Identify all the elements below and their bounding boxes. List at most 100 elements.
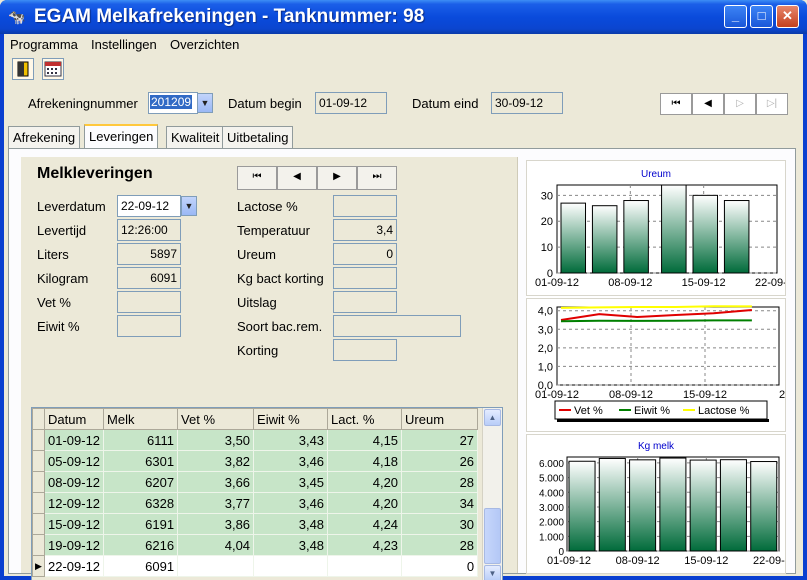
datum-eind-field[interactable]: 30-09-12	[491, 92, 563, 114]
column-header[interactable]: Ureum	[401, 408, 479, 430]
scroll-thumb[interactable]	[484, 508, 501, 564]
tab-uitbetaling[interactable]: Uitbetaling	[222, 126, 294, 148]
grid-cell[interactable]: 4,20	[327, 492, 403, 514]
uitslag-field[interactable]	[333, 291, 397, 313]
grid-cell[interactable]	[327, 555, 403, 577]
column-header[interactable]: Lact. %	[327, 408, 403, 430]
levertijd-field[interactable]: 12:26:00	[117, 219, 181, 241]
kilogram-field[interactable]: 6091	[117, 267, 181, 289]
column-header[interactable]: Eiwit %	[253, 408, 329, 430]
grid-cell[interactable]: 4,24	[327, 513, 403, 535]
grid-cell[interactable]: 4,15	[327, 429, 403, 451]
grid-cell[interactable]: 15-09-12	[43, 513, 105, 535]
tab-leveringen[interactable]: Leveringen	[84, 124, 159, 148]
grid-cell[interactable]: 3,48	[253, 534, 329, 556]
table-row[interactable]: 15-09-12 6191 3,86 3,48 4,24 30	[32, 513, 479, 535]
grid-cell[interactable]: 3,86	[177, 513, 255, 535]
grid-cell[interactable]: 6328	[103, 492, 179, 514]
grid-cell[interactable]: 19-09-12	[43, 534, 105, 556]
grid-cell[interactable]	[253, 555, 329, 577]
grid-first-button[interactable]: ⏮	[237, 166, 277, 190]
row-indicator[interactable]	[32, 471, 45, 493]
table-row[interactable]: ▶ 22-09-12 6091 0	[32, 555, 479, 577]
grid-cell[interactable]: 4,04	[177, 534, 255, 556]
scroll-up-icon[interactable]: ▲	[484, 409, 501, 426]
grid-next-button[interactable]: ▶	[317, 166, 357, 190]
grid-cell[interactable]: 3,48	[253, 513, 329, 535]
prev-record-button[interactable]: ◀	[692, 93, 724, 115]
row-indicator[interactable]: ▶	[32, 555, 45, 577]
row-indicator[interactable]	[32, 534, 45, 556]
grid-cell[interactable]: 3,77	[177, 492, 255, 514]
menu-instellingen[interactable]: Instellingen	[91, 37, 157, 52]
grid-cell[interactable]: 28	[401, 471, 479, 493]
grid-cell[interactable]: 0	[401, 555, 479, 577]
grid-cell[interactable]: 6216	[103, 534, 179, 556]
menu-programma[interactable]: Programma	[10, 37, 78, 52]
column-header[interactable]: Vet %	[177, 408, 255, 430]
liters-field[interactable]: 5897	[117, 243, 181, 265]
kg-bact-korting-field[interactable]	[333, 267, 397, 289]
grid-cell[interactable]: 3,82	[177, 450, 255, 472]
calendar-button[interactable]	[42, 58, 64, 80]
lactose-field[interactable]	[333, 195, 397, 217]
title-bar[interactable]: 🐄 EGAM Melkafrekeningen - Tanknummer: 98…	[0, 0, 807, 34]
grid-vertical-scrollbar[interactable]: ▲ ▼	[482, 408, 502, 580]
grid-cell[interactable]: 01-09-12	[43, 429, 105, 451]
scroll-down-icon[interactable]: ▼	[484, 565, 501, 580]
table-row[interactable]: 12-09-12 6328 3,77 3,46 4,20 34	[32, 492, 479, 514]
grid-cell[interactable]: 6301	[103, 450, 179, 472]
grid-cell[interactable]: 4,18	[327, 450, 403, 472]
tab-afrekening[interactable]: Afrekening	[8, 126, 81, 148]
exit-door-button[interactable]	[12, 58, 34, 80]
first-record-button[interactable]: ⏮	[660, 93, 692, 115]
grid-cell[interactable]: 22-09-12	[43, 555, 105, 577]
row-indicator[interactable]	[32, 450, 45, 472]
grid-prev-button[interactable]: ◀	[277, 166, 317, 190]
table-row[interactable]: 08-09-12 6207 3,66 3,45 4,20 28	[32, 471, 479, 493]
grid-cell[interactable]: 3,46	[253, 450, 329, 472]
grid-cell[interactable]	[177, 555, 255, 577]
next-record-button[interactable]: ▷	[724, 93, 756, 115]
row-indicator[interactable]	[32, 429, 45, 451]
table-row[interactable]: 05-09-12 6301 3,82 3,46 4,18 26	[32, 450, 479, 472]
grid-cell[interactable]: 05-09-12	[43, 450, 105, 472]
menu-overzichten[interactable]: Overzichten	[170, 37, 239, 52]
minimize-button[interactable]: _	[724, 5, 747, 28]
grid-cell[interactable]: 6091	[103, 555, 179, 577]
table-row[interactable]: 19-09-12 6216 4,04 3,48 4,23 28	[32, 534, 479, 556]
grid-cell[interactable]: 3,45	[253, 471, 329, 493]
grid-cell[interactable]: 4,20	[327, 471, 403, 493]
maximize-button[interactable]: □	[750, 5, 773, 28]
leverdatum-chevron-icon[interactable]: ▼	[181, 196, 197, 216]
leverdatum-combo[interactable]: 22-09-12	[117, 195, 181, 217]
eiwit-field[interactable]	[117, 315, 181, 337]
vet-field[interactable]	[117, 291, 181, 313]
chevron-down-icon[interactable]: ▼	[197, 93, 213, 113]
datum-begin-field[interactable]: 01-09-12	[315, 92, 387, 114]
ureum-field[interactable]: 0	[333, 243, 397, 265]
last-record-button[interactable]: ▷|	[756, 93, 788, 115]
grid-cell[interactable]: 26	[401, 450, 479, 472]
temperatuur-field[interactable]: 3,4	[333, 219, 397, 241]
grid-cell[interactable]: 27	[401, 429, 479, 451]
column-header[interactable]: Melk	[103, 408, 179, 430]
korting-field[interactable]	[333, 339, 397, 361]
grid-cell[interactable]: 34	[401, 492, 479, 514]
grid-cell[interactable]: 6111	[103, 429, 179, 451]
row-indicator[interactable]	[32, 492, 45, 514]
column-header[interactable]: Datum	[43, 408, 105, 430]
grid-cell[interactable]: 08-09-12	[43, 471, 105, 493]
grid-cell[interactable]: 6191	[103, 513, 179, 535]
grid-last-button[interactable]: ⏭	[357, 166, 397, 190]
close-button[interactable]: ✕	[776, 5, 799, 28]
grid-cell[interactable]: 3,43	[253, 429, 329, 451]
grid-cell[interactable]: 12-09-12	[43, 492, 105, 514]
row-indicator[interactable]	[32, 513, 45, 535]
tab-kwaliteit[interactable]: Kwaliteit	[166, 126, 225, 148]
grid-cell[interactable]: 3,46	[253, 492, 329, 514]
grid-cell[interactable]: 30	[401, 513, 479, 535]
grid-cell[interactable]: 6207	[103, 471, 179, 493]
afrekeningnummer-combo[interactable]: 201209	[148, 92, 198, 114]
soort-bac-rem-field[interactable]	[333, 315, 461, 337]
